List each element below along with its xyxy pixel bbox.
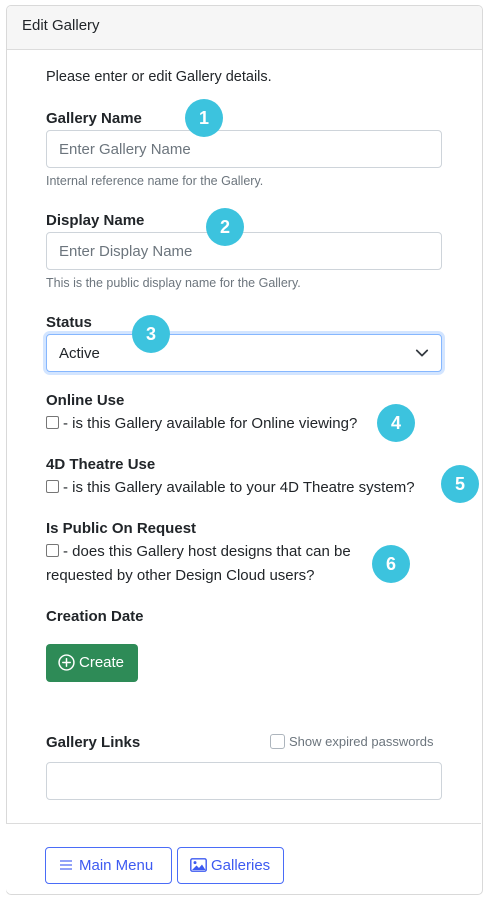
step-badge-6: 6: [372, 545, 410, 583]
galleries-button[interactable]: Galleries: [177, 847, 284, 884]
public-request-label: Is Public On Request: [46, 520, 197, 537]
status-selected-value: Active: [59, 345, 100, 362]
display-name-label: Display Name: [46, 212, 145, 229]
gallery-name-help: Internal reference name for the Gallery.: [46, 174, 264, 188]
show-expired-checkbox[interactable]: [270, 734, 285, 749]
online-use-text: - is this Gallery available for Online v…: [63, 415, 358, 432]
main-menu-label: Main Menu: [79, 857, 154, 874]
intro-text: Please enter or edit Gallery details.: [46, 69, 272, 85]
step-badge-4: 4: [377, 404, 415, 442]
theatre-use-row: - is this Gallery available to your 4D T…: [46, 476, 415, 500]
theatre-use-checkbox[interactable]: [46, 480, 59, 493]
image-icon: [190, 858, 207, 872]
public-request-row: - does this Gallery host designs that ca…: [46, 540, 351, 588]
show-expired-row: Show expired passwords: [270, 734, 434, 749]
hamburger-icon: [60, 860, 72, 870]
status-select[interactable]: Active: [46, 334, 442, 372]
create-button[interactable]: Create: [46, 644, 138, 682]
gallery-links-label: Gallery Links: [46, 734, 141, 751]
main-menu-button[interactable]: Main Menu: [45, 847, 172, 884]
display-name-input[interactable]: [46, 232, 442, 270]
step-badge-2: 2: [206, 208, 244, 246]
step-badge-3: 3: [132, 315, 170, 353]
public-request-checkbox[interactable]: [46, 544, 59, 557]
gallery-name-label: Gallery Name: [46, 110, 142, 127]
online-use-checkbox[interactable]: [46, 416, 59, 429]
theatre-use-label: 4D Theatre Use: [46, 456, 156, 473]
chevron-down-icon: [415, 349, 429, 357]
theatre-use-text: - is this Gallery available to your 4D T…: [63, 479, 415, 496]
creation-date-label: Creation Date: [46, 608, 144, 625]
page-title: Edit Gallery: [22, 17, 100, 34]
card-footer: Main Menu Galleries: [6, 823, 481, 893]
step-badge-5: 5: [441, 465, 479, 503]
galleries-label: Galleries: [211, 857, 271, 874]
plus-circle-icon: [58, 654, 75, 671]
show-expired-label: Show expired passwords: [289, 734, 434, 749]
public-request-text-line2: requested by other Design Cloud users?: [46, 567, 315, 584]
gallery-name-input[interactable]: [46, 130, 442, 168]
status-label: Status: [46, 314, 92, 331]
step-badge-1: 1: [185, 99, 223, 137]
card-header: Edit Gallery: [7, 6, 482, 50]
online-use-label: Online Use: [46, 392, 125, 409]
public-request-text-line1: - does this Gallery host designs that ca…: [63, 543, 351, 560]
create-button-label: Create: [79, 654, 125, 671]
display-name-help: This is the public display name for the …: [46, 276, 301, 290]
gallery-links-input[interactable]: [46, 762, 442, 800]
online-use-row: - is this Gallery available for Online v…: [46, 412, 357, 436]
